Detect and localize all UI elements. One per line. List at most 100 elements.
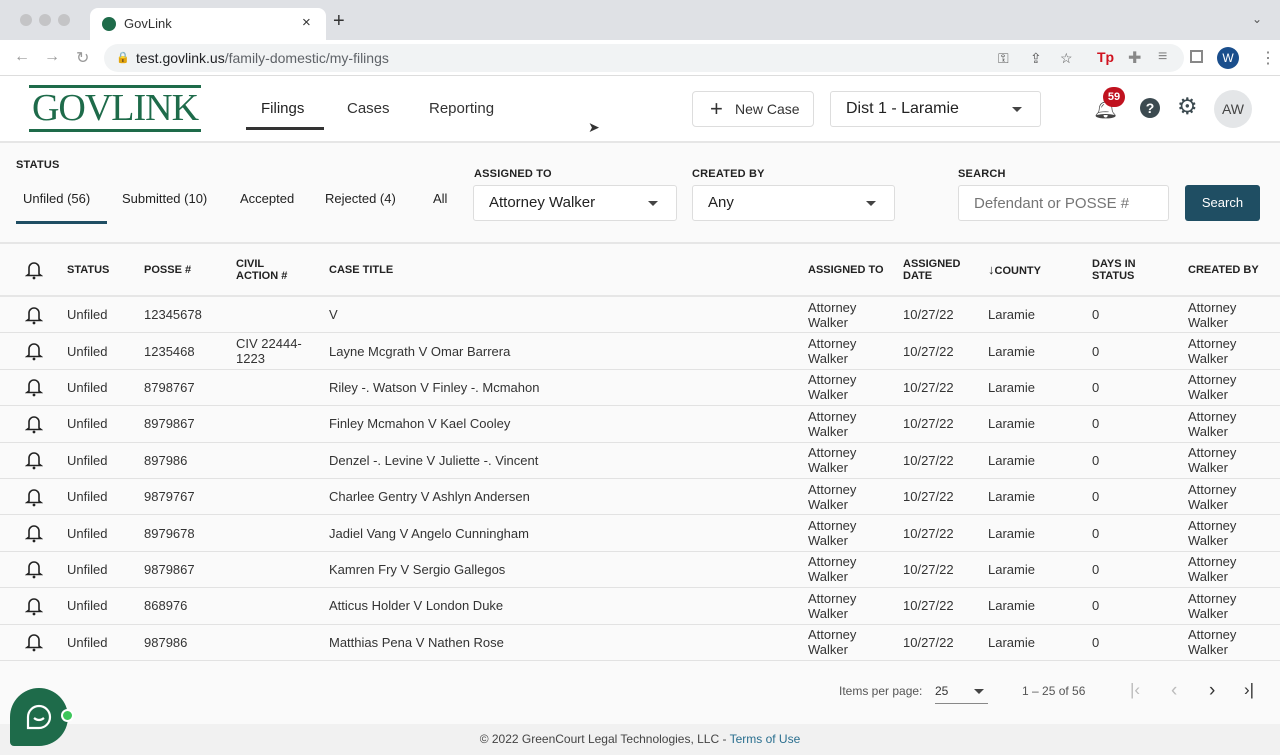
cell-assigned-to: Attorney Walker — [808, 336, 857, 367]
column-header-status[interactable]: STATUS — [67, 264, 144, 276]
cell-status: Unfiled — [67, 379, 108, 395]
settings-gear-icon[interactable]: ⚙ — [1177, 93, 1198, 120]
new-case-button[interactable]: + New Case — [692, 91, 814, 127]
search-button[interactable]: Search — [1185, 185, 1260, 221]
tab-search-chevron-icon[interactable]: ⌄ — [1252, 12, 1262, 26]
table-row[interactable]: Unfiled 9879767 Charlee Gentry V Ashlyn An… — [0, 479, 1280, 516]
mouse-cursor: ➤ — [588, 119, 600, 135]
cell-status: Unfiled — [67, 307, 108, 323]
url-field[interactable]: 🔒 test.govlink.us/family-domestic/my-fil… — [104, 44, 1184, 72]
key-icon[interactable]: ⚿ — [998, 44, 1009, 72]
previous-page-icon[interactable]: ‹ — [1171, 680, 1177, 702]
bell-icon[interactable] — [0, 305, 67, 325]
bell-icon[interactable] — [0, 487, 67, 507]
next-page-icon[interactable]: › — [1209, 680, 1215, 702]
status-tab-unfiled[interactable]: Unfiled (56) — [23, 191, 90, 206]
column-header-assigned-to[interactable]: ASSIGNED TO — [808, 264, 903, 276]
window-minimize-button[interactable] — [39, 14, 51, 26]
last-page-icon[interactable]: ›| — [1244, 680, 1254, 700]
table-row[interactable]: Unfiled 12345678 V Attorney Walker 10/27/22 L… — [0, 297, 1280, 334]
nav-cases[interactable]: Cases — [347, 100, 390, 117]
items-per-page-label: Items per page: — [839, 684, 923, 698]
search-input[interactable] — [958, 185, 1169, 221]
chat-widget-button[interactable] — [10, 688, 68, 746]
table-row[interactable]: Unfiled 987986 Matthias Pena V Nathen Rose… — [0, 625, 1280, 661]
assigned-to-label: ASSIGNED TO — [474, 168, 552, 180]
extension-tp-icon[interactable]: Tp — [1097, 49, 1114, 65]
app-header: GOVLINK Filings Cases Reporting + New Ca… — [0, 76, 1280, 143]
bell-icon[interactable] — [0, 414, 67, 434]
profile-avatar[interactable]: W — [1217, 47, 1239, 69]
created-by-select[interactable]: Any — [692, 185, 895, 221]
column-header-assigned-date[interactable]: ASSIGNED DATE — [903, 258, 968, 282]
terms-of-use-link[interactable]: Terms of Use — [730, 732, 801, 746]
nav-reporting[interactable]: Reporting — [429, 100, 494, 117]
help-icon[interactable]: ? — [1140, 98, 1160, 118]
cell-county: Laramie — [988, 561, 1035, 577]
cell-days-in-status: 0 — [1092, 307, 1100, 323]
column-header-county[interactable]: ↓COUNTY — [988, 262, 1092, 277]
close-tab-icon[interactable]: × — [302, 14, 311, 31]
bell-icon[interactable] — [0, 632, 67, 652]
status-tab-accepted[interactable]: Accepted — [240, 191, 294, 206]
cell-posse: 8798767 — [144, 379, 195, 395]
cell-case-title: Atticus Holder V London Duke — [329, 598, 504, 614]
nav-active-indicator — [246, 127, 324, 130]
assigned-to-select[interactable]: Attorney Walker — [473, 185, 677, 221]
extensions-puzzle-icon[interactable]: ✚ — [1128, 48, 1141, 68]
caret-down-icon — [1012, 107, 1022, 112]
table-row[interactable]: Unfiled 8979678 Jadiel Vang V Angelo Cunni… — [0, 515, 1280, 552]
cell-assigned-to: Attorney Walker — [808, 554, 857, 585]
column-header-created-by[interactable]: CREATED BY — [1188, 264, 1280, 276]
reload-icon[interactable]: ↻ — [76, 48, 89, 68]
table-row[interactable]: Unfiled 1235468 CIV 22444-1223 Layne Mcgrat… — [0, 333, 1280, 370]
bell-icon[interactable] — [0, 559, 67, 579]
window-zoom-button[interactable] — [58, 14, 70, 26]
back-icon[interactable]: ← — [14, 48, 30, 66]
column-header-days-in-status[interactable]: DAYS IN STATUS — [1092, 258, 1152, 282]
share-icon[interactable]: ⇪ — [1030, 44, 1042, 72]
bell-icon[interactable] — [0, 341, 67, 361]
bell-icon[interactable] — [0, 596, 67, 616]
side-panel-icon[interactable] — [1190, 50, 1203, 63]
cell-created-by: Attorney Walker — [1188, 627, 1237, 658]
column-header-posse[interactable]: POSSE # — [144, 264, 236, 276]
items-per-page-select[interactable]: 25 — [935, 680, 988, 704]
table-row[interactable]: Unfiled 8798767 Riley -. Watson V Finley -… — [0, 370, 1280, 407]
bell-icon[interactable] — [0, 450, 67, 470]
window-close-button[interactable] — [20, 14, 32, 26]
govlink-logo[interactable]: GOVLINK — [29, 85, 201, 132]
bell-icon[interactable] — [0, 260, 67, 280]
district-select[interactable]: Dist 1 - Laramie — [830, 91, 1041, 127]
table-row[interactable]: Unfiled 8979867 Finley Mcmahon V Kael Cool… — [0, 406, 1280, 443]
status-tab-rejected[interactable]: Rejected (4) — [325, 191, 396, 206]
column-header-civil-action[interactable]: CIVIL ACTION # — [236, 258, 296, 282]
new-tab-icon[interactable]: + — [333, 10, 345, 33]
cell-posse: 897986 — [144, 452, 188, 468]
caret-down-icon — [974, 689, 984, 694]
table-row[interactable]: Unfiled 897986 Denzel -. Levine V Juliette… — [0, 443, 1280, 479]
bookmark-star-icon[interactable]: ☆ — [1060, 44, 1073, 72]
media-icon[interactable]: ≡ — [1158, 48, 1167, 66]
cell-assigned-date: 10/27/22 — [903, 489, 954, 505]
cell-days-in-status: 0 — [1092, 634, 1100, 650]
status-tab-all[interactable]: All — [433, 191, 447, 206]
url-host: test.govlink.us — [136, 50, 225, 66]
cell-assigned-date: 10/27/22 — [903, 634, 954, 650]
column-header-case-title[interactable]: CASE TITLE — [329, 264, 808, 276]
bell-icon[interactable] — [0, 523, 67, 543]
user-avatar[interactable]: AW — [1214, 90, 1252, 128]
browser-tab[interactable]: GovLink × — [90, 8, 326, 40]
forward-icon[interactable]: → — [44, 48, 60, 66]
cell-county: Laramie — [988, 525, 1035, 541]
status-tab-submitted[interactable]: Submitted (10) — [122, 191, 207, 206]
bell-icon[interactable] — [0, 377, 67, 397]
cell-posse: 9879767 — [144, 489, 195, 505]
cell-assigned-date: 10/27/22 — [903, 416, 954, 432]
nav-filings[interactable]: Filings — [261, 100, 304, 117]
first-page-icon[interactable]: |‹ — [1130, 680, 1140, 700]
table-row[interactable]: Unfiled 9879867 Kamren Fry V Sergio Galleg… — [0, 552, 1280, 589]
chat-smile-icon — [26, 704, 52, 730]
table-row[interactable]: Unfiled 868976 Atticus Holder V London Duk… — [0, 588, 1280, 625]
browser-menu-icon[interactable]: ⋮ — [1260, 48, 1276, 68]
